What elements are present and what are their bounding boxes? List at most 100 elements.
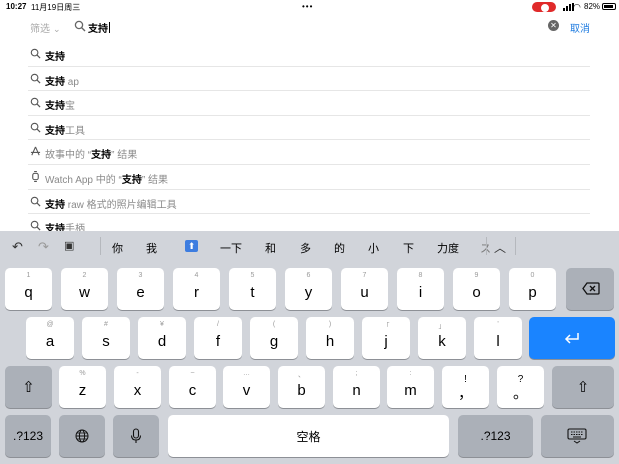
key-a[interactable]: @ a	[26, 317, 74, 359]
shift-key-right[interactable]: ⇧	[552, 366, 614, 408]
multitasking-dots-icon[interactable]: •••	[302, 2, 313, 11]
key-x[interactable]: -x	[114, 366, 161, 408]
undo-icon[interactable]: ↶	[12, 239, 23, 255]
key-comma[interactable]: !，	[442, 366, 489, 408]
search-icon	[74, 20, 86, 32]
search-icon	[30, 122, 41, 133]
candidate-divider	[486, 237, 487, 255]
key-s[interactable]: # s	[82, 317, 130, 359]
dictation-key[interactable]	[113, 415, 159, 457]
suggestion-text: 支持 raw 格式的照片编辑工具	[45, 199, 177, 211]
key-d[interactable]: ¥ d	[138, 317, 186, 359]
chevron-up-icon[interactable]: ︿	[494, 239, 506, 256]
return-key[interactable]	[529, 317, 615, 359]
search-icon	[30, 220, 41, 231]
wifi-icon: ◠	[573, 2, 581, 12]
candidate-word[interactable]: 你	[112, 240, 123, 256]
microphone-icon	[130, 428, 142, 443]
search-icon	[30, 73, 41, 84]
globe-icon	[75, 429, 89, 443]
candidate-divider	[100, 237, 101, 255]
battery-percentage: 82%	[584, 2, 601, 11]
key-r[interactable]: 4r	[173, 268, 220, 310]
key-n[interactable]: ; n	[333, 366, 380, 408]
key-p[interactable]: 0p	[509, 268, 556, 310]
suggestion-text: 支持 ap	[45, 76, 79, 88]
clipboard-icon[interactable]: ▣	[64, 239, 74, 252]
space-key[interactable]: 空格	[168, 415, 449, 457]
key-g[interactable]: (g	[250, 317, 298, 359]
search-input[interactable]: 支持	[88, 20, 110, 35]
status-time: 10:27	[6, 2, 27, 11]
delete-backward-icon	[582, 282, 600, 295]
key-q[interactable]: 1q	[5, 268, 52, 310]
status-date: 11月19日周三	[31, 3, 81, 12]
suggestion-text: 支持	[45, 52, 65, 63]
candidate-word[interactable]: 和	[265, 240, 276, 256]
key-o[interactable]: 9o	[453, 268, 500, 310]
key-w[interactable]: 2w	[61, 268, 108, 310]
key-k[interactable]: 」 k	[418, 317, 466, 359]
key-period[interactable]: ?。	[497, 366, 544, 408]
candidate-word[interactable]: 一下	[220, 240, 242, 256]
suggestion-text: 支持工具	[45, 125, 85, 137]
candidate-word[interactable]: 的	[334, 240, 345, 256]
candidate-word[interactable]: 下	[403, 240, 414, 256]
shift-icon: ⇧	[576, 379, 590, 396]
key-b[interactable]: 、 b	[278, 366, 325, 408]
key-y[interactable]: 6y	[285, 268, 332, 310]
numbers-key-left[interactable]: .?123	[5, 415, 51, 457]
key-v[interactable]: … v	[223, 366, 270, 408]
search-icon	[30, 196, 41, 207]
watch-icon	[32, 170, 39, 182]
key-m[interactable]: :m	[387, 366, 434, 408]
screen-recording-icon[interactable]	[532, 2, 556, 12]
suggestion-item[interactable]: Watch App 中的 “支持” 结果	[28, 165, 590, 190]
suggestion-text: 支持宝	[45, 101, 75, 113]
suggestion-item[interactable]: 支持 raw 格式的照片编辑工具	[28, 190, 590, 215]
suggestion-text: 故事中的 “支持” 结果	[45, 150, 138, 162]
key-z[interactable]: % z	[59, 366, 106, 408]
search-query-text: 支持	[88, 24, 108, 35]
key-c[interactable]: ~ c	[169, 366, 216, 408]
chevron-down-icon: ⌄	[53, 24, 61, 34]
redo-icon[interactable]: ↷	[38, 239, 49, 255]
suggestion-item[interactable]: 故事中的 “支持” 结果	[28, 140, 590, 165]
shift-key-left[interactable]: ⇧	[5, 366, 52, 408]
clear-search-button[interactable]: ✕	[548, 20, 559, 31]
key-i[interactable]: 8i	[397, 268, 444, 310]
candidate-word[interactable]: 小	[368, 240, 379, 256]
shift-icon: ⇧	[22, 379, 35, 396]
key-t[interactable]: 5t	[229, 268, 276, 310]
filter-button[interactable]: 筛选 ⌄	[30, 20, 61, 35]
candidate-word[interactable]: 我	[146, 240, 157, 256]
cellular-signal-icon	[563, 3, 574, 11]
candidate-word[interactable]: 多	[300, 240, 311, 256]
delete-key[interactable]	[566, 268, 614, 310]
key-j[interactable]: 「j	[362, 317, 410, 359]
suggestion-item[interactable]: 支持工具	[28, 116, 590, 141]
numbers-key-right[interactable]: .?123	[458, 415, 533, 457]
globe-key[interactable]	[59, 415, 105, 457]
filter-label: 筛选	[30, 24, 50, 35]
key-u[interactable]: 7u	[341, 268, 388, 310]
key-f[interactable]: / f	[194, 317, 242, 359]
suggestion-item[interactable]: 支持 ap	[28, 67, 590, 92]
search-icon	[30, 97, 41, 108]
suggestion-text: Watch App 中的 “支持” 结果	[45, 174, 168, 186]
candidate-bar: ↶ ↷ ▣ 你 我 ⬆ 一下 和 多 的 小 下 力度 ス ︿	[0, 231, 619, 261]
suggestion-item[interactable]: 支持	[28, 42, 590, 67]
status-bar: 10:27 11月19日周三 ••• ◠ 82%	[0, 0, 619, 14]
candidate-word[interactable]: 力度	[437, 240, 459, 256]
candidate-divider	[515, 237, 516, 255]
hide-keyboard-key[interactable]	[541, 415, 614, 457]
text-caret	[109, 22, 110, 33]
cancel-button[interactable]: 取消	[570, 20, 590, 35]
key-h[interactable]: ) h	[306, 317, 354, 359]
suggestion-list: 支持 支持 ap 支持宝 支持工具 故事中的 “支持” 结果 Watch App…	[28, 42, 590, 239]
up-arrow-emoji-candidate[interactable]: ⬆	[185, 240, 198, 252]
suggestion-item[interactable]: 支持宝	[28, 91, 590, 116]
keyboard: ↶ ↷ ▣ 你 我 ⬆ 一下 和 多 的 小 下 力度 ス ︿ 1q 2w 3e…	[0, 231, 619, 464]
key-l[interactable]: ' l	[474, 317, 522, 359]
key-e[interactable]: 3e	[117, 268, 164, 310]
